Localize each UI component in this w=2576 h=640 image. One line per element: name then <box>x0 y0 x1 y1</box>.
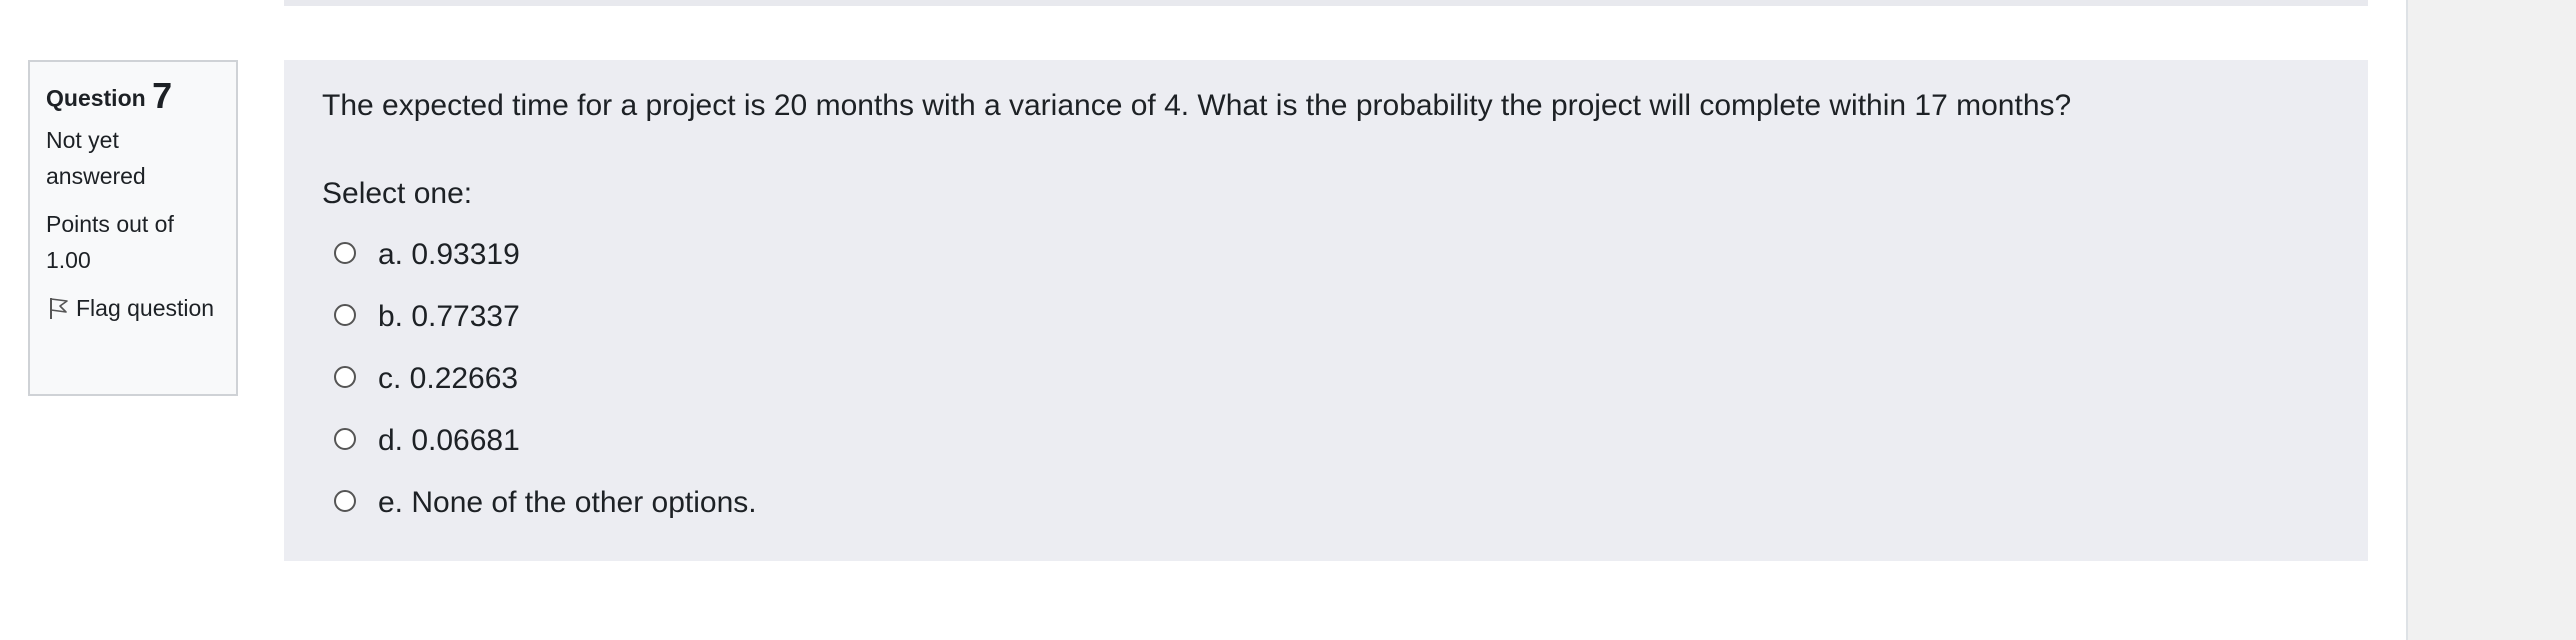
answer-options: a. 0.93319 b. 0.77337 c. 0.22663 d. 0.06… <box>322 224 2330 534</box>
answer-radio-d[interactable] <box>334 428 356 450</box>
answer-label-e: e. None of the other options. <box>378 486 757 519</box>
answer-label-d: d. 0.06681 <box>378 424 520 457</box>
answer-label-c: c. 0.22663 <box>378 362 519 395</box>
quiz-page: Question 7 Not yet answered Points out o… <box>0 0 2576 640</box>
answer-option-c[interactable]: c. 0.22663 <box>322 348 2330 410</box>
answer-prompt: Select one: <box>322 177 473 210</box>
question-number: 7 <box>152 75 173 116</box>
question-number-heading: Question 7 <box>46 76 220 118</box>
answer-radio-a[interactable] <box>334 242 356 264</box>
question-content: The expected time for a project is 20 mo… <box>284 60 2368 561</box>
previous-question-edge <box>284 0 2368 6</box>
answer-option-a[interactable]: a. 0.93319 <box>322 224 2330 286</box>
answer-option-e[interactable]: e. None of the other options. <box>322 472 2330 534</box>
flag-icon <box>46 295 72 321</box>
question-text: The expected time for a project is 20 mo… <box>322 89 2072 122</box>
answer-radio-c[interactable] <box>334 366 356 388</box>
answer-label-b: b. 0.77337 <box>378 300 520 333</box>
answer-radio-e[interactable] <box>334 490 356 512</box>
answer-option-d[interactable]: d. 0.06681 <box>322 410 2330 472</box>
question-state: Not yet answered <box>46 127 146 189</box>
flag-question-label: Flag question <box>76 295 215 321</box>
right-drawer-panel <box>2406 0 2576 640</box>
question-word: Question <box>46 85 146 111</box>
answer-label-a: a. 0.93319 <box>378 238 520 271</box>
question-grade: Points out of 1.00 <box>46 211 174 273</box>
answer-radio-b[interactable] <box>334 304 356 326</box>
flag-question-button[interactable]: Flag question <box>46 290 220 326</box>
answer-option-b[interactable]: b. 0.77337 <box>322 286 2330 348</box>
question-info-panel: Question 7 Not yet answered Points out o… <box>28 60 238 396</box>
